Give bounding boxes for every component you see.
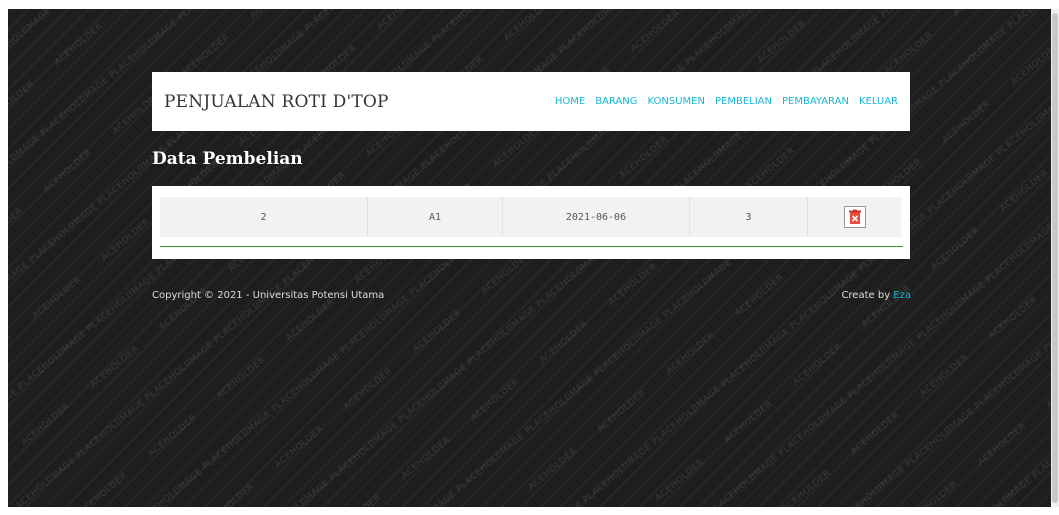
delete-button[interactable] bbox=[843, 206, 866, 228]
browser-viewport: IMAGE PLACEHOLDER IMAGE PLACEHOLDER PENJ… bbox=[0, 0, 1059, 515]
table-divider bbox=[160, 246, 903, 247]
nav-pembayaran[interactable]: PEMBAYARAN bbox=[782, 96, 849, 107]
table-cell-action bbox=[808, 197, 901, 237]
nav-barang[interactable]: BARANG bbox=[595, 96, 637, 107]
table-panel: 2 A1 2021-06-06 3 bbox=[152, 186, 910, 259]
site-title[interactable]: PENJUALAN ROTI D'TOP bbox=[164, 92, 389, 112]
footer-copyright: Copyright © 2021 - Universitas Potensi U… bbox=[152, 290, 385, 301]
nav-konsumen[interactable]: KONSUMEN bbox=[648, 96, 705, 107]
nav-keluar[interactable]: KELUAR bbox=[859, 96, 898, 107]
nav-home[interactable]: HOME bbox=[555, 96, 585, 107]
footer-author-link[interactable]: Eza bbox=[893, 290, 911, 301]
table-cell-id: 2 bbox=[160, 197, 368, 237]
nav-pembelian[interactable]: PEMBELIAN bbox=[715, 96, 772, 107]
vertical-scrollbar[interactable] bbox=[1051, 9, 1059, 507]
scrollbar-thumb[interactable] bbox=[1052, 13, 1058, 503]
main-nav: HOME BARANG KONSUMEN PEMBELIAN PEMBAYARA… bbox=[555, 96, 898, 107]
table-cell-code: A1 bbox=[368, 197, 503, 237]
page-title: Data Pembelian bbox=[152, 149, 303, 169]
table-cell-date: 2021-06-06 bbox=[503, 197, 690, 237]
footer-credit: Create by Eza bbox=[841, 290, 911, 301]
site-header: PENJUALAN ROTI D'TOP HOME BARANG KONSUME… bbox=[152, 72, 910, 131]
delete-icon bbox=[848, 209, 861, 224]
table-cell-qty: 3 bbox=[690, 197, 808, 237]
footer-create-by: Create by bbox=[841, 290, 891, 301]
table-row: 2 A1 2021-06-06 3 bbox=[160, 197, 901, 237]
